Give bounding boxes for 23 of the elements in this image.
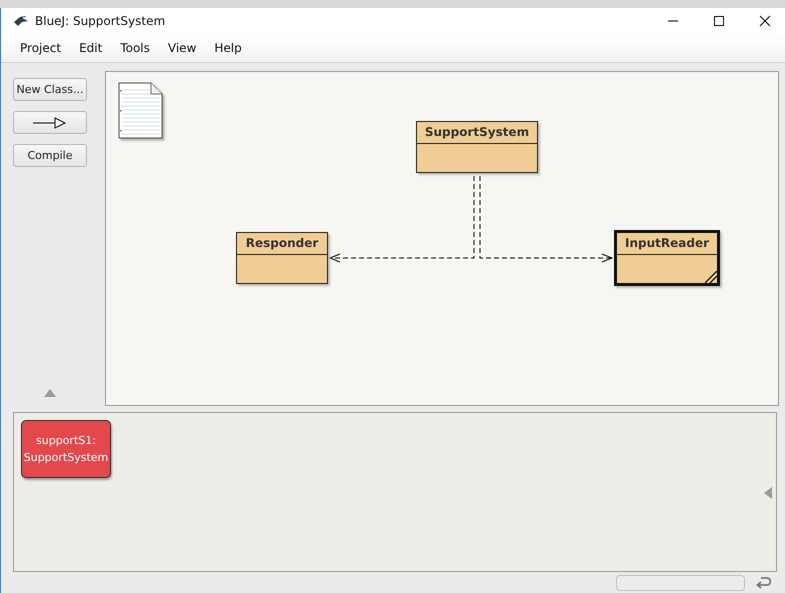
object-type: SupportSystem xyxy=(24,450,108,466)
arrow-icon xyxy=(33,116,67,128)
compile-button[interactable]: Compile xyxy=(13,144,87,167)
object-card[interactable]: supportS1: SupportSystem xyxy=(21,420,111,478)
class-box[interactable]: Responder xyxy=(236,232,328,284)
object-name: supportS1: xyxy=(36,433,96,449)
class-box[interactable]: SupportSystem xyxy=(416,121,538,173)
menu-item[interactable]: View xyxy=(158,41,206,55)
class-box[interactable]: InputReader xyxy=(614,230,720,286)
class-name: InputReader xyxy=(617,233,717,255)
class-name: SupportSystem xyxy=(417,122,537,144)
new-class-button[interactable]: New Class... xyxy=(13,78,87,101)
maximize-icon[interactable] xyxy=(713,15,725,27)
menu-item[interactable]: Help xyxy=(205,41,251,55)
window-title: BlueJ: SupportSystem xyxy=(35,14,166,28)
close-icon[interactable] xyxy=(759,15,771,27)
return-arrow-icon[interactable] xyxy=(755,574,771,590)
menu-item[interactable]: Tools xyxy=(111,41,159,55)
arrow-button[interactable] xyxy=(13,111,87,134)
class-name: Responder xyxy=(237,233,327,255)
document-icon[interactable] xyxy=(118,82,164,140)
menu-item[interactable]: Edit xyxy=(70,41,112,55)
menu-item[interactable]: Project xyxy=(11,41,70,55)
